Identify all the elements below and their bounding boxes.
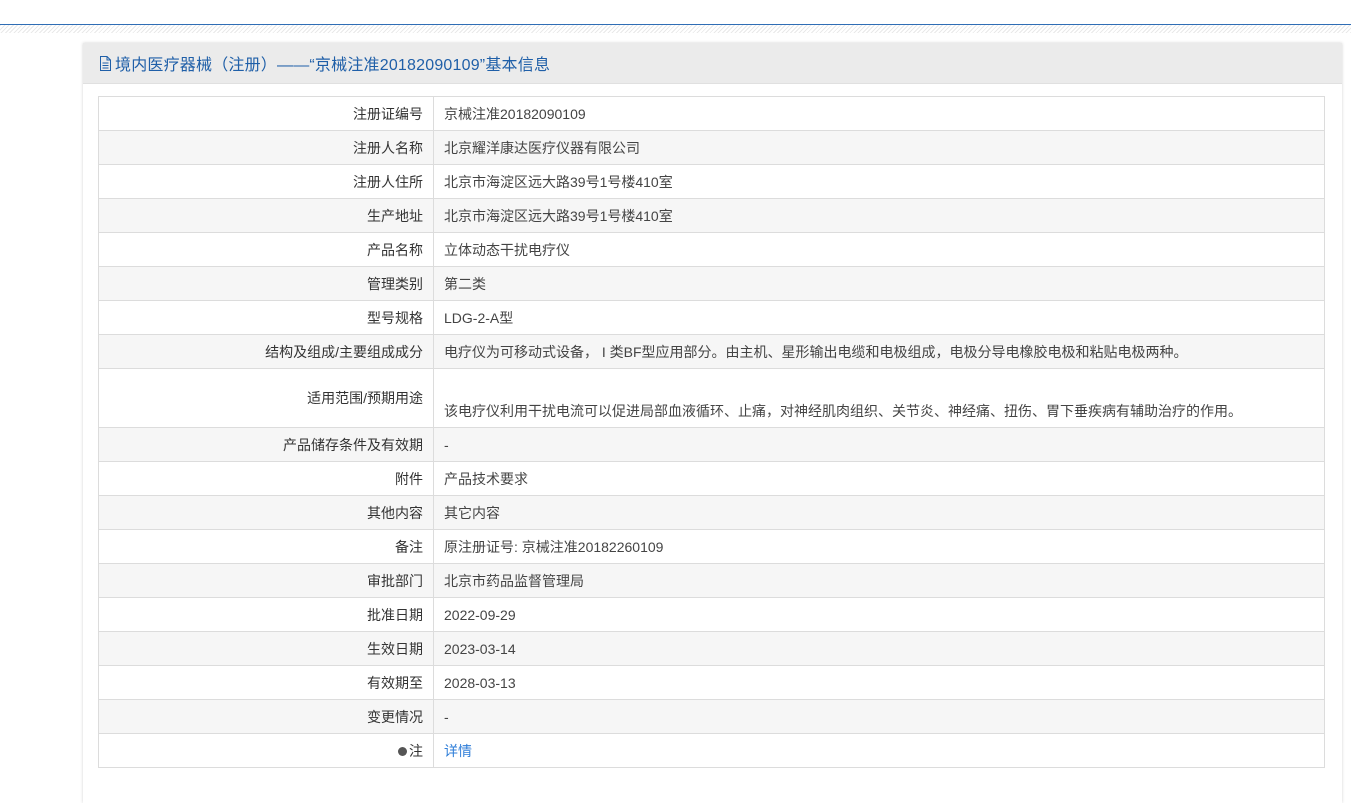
table-row: 适用范围/预期用途 该电疗仪利用干扰电流可以促进局部血液循环、止痛，对神经肌肉组… xyxy=(98,368,1325,428)
table-row: 附件 产品技术要求 xyxy=(98,461,1325,496)
row-value: 其它内容 xyxy=(433,495,1325,530)
details-link[interactable]: 详情 xyxy=(444,743,472,759)
table-row: 备注 原注册证号: 京械注准20182260109 xyxy=(98,529,1325,564)
table-row: 注册证编号 京械注准20182090109 xyxy=(98,96,1325,131)
row-label: 生产地址 xyxy=(98,198,434,233)
row-label: 产品储存条件及有效期 xyxy=(98,427,434,462)
row-label: 有效期至 xyxy=(98,665,434,700)
row-label: 批准日期 xyxy=(98,597,434,632)
table-row: 注 详情 xyxy=(98,733,1325,768)
row-value: 2028-03-13 xyxy=(433,665,1325,700)
row-label: 附件 xyxy=(98,461,434,496)
info-panel: 境内医疗器械（注册）——“京械注准20182090109”基本信息 注册证编号 … xyxy=(83,43,1342,803)
table-row: 产品名称 立体动态干扰电疗仪 xyxy=(98,232,1325,267)
row-label: 注册人住所 xyxy=(98,164,434,199)
table-row: 注册人名称 北京耀洋康达医疗仪器有限公司 xyxy=(98,130,1325,165)
row-value: 北京市药品监督管理局 xyxy=(433,563,1325,598)
row-label: 适用范围/预期用途 xyxy=(98,368,434,428)
row-label: 型号规格 xyxy=(98,300,434,335)
row-value: 京械注准20182090109 xyxy=(433,96,1325,131)
row-value: 2022-09-29 xyxy=(433,597,1325,632)
row-label: 产品名称 xyxy=(98,232,434,267)
row-value: 北京市海淀区远大路39号1号楼410室 xyxy=(433,164,1325,199)
row-label: 备注 xyxy=(98,529,434,564)
table-row: 型号规格 LDG-2-A型 xyxy=(98,300,1325,335)
table-row: 批准日期 2022-09-29 xyxy=(98,597,1325,632)
row-label: 管理类别 xyxy=(98,266,434,301)
table-row: 生效日期 2023-03-14 xyxy=(98,631,1325,666)
table-row: 审批部门 北京市药品监督管理局 xyxy=(98,563,1325,598)
row-label-note: 注 xyxy=(98,733,434,768)
row-label: 注册证编号 xyxy=(98,96,434,131)
panel-title: 境内医疗器械（注册）——“京械注准20182090109”基本信息 xyxy=(115,57,551,74)
table-row: 其他内容 其它内容 xyxy=(98,495,1325,530)
row-label: 变更情况 xyxy=(98,699,434,734)
row-value: 2023-03-14 xyxy=(433,631,1325,666)
row-value: - xyxy=(433,699,1325,734)
row-value: 详情 xyxy=(433,733,1325,768)
row-value: LDG-2-A型 xyxy=(433,300,1325,335)
row-value: - xyxy=(433,427,1325,462)
row-label: 结构及组成/主要组成成分 xyxy=(98,334,434,369)
document-icon xyxy=(99,55,112,71)
hatch-band xyxy=(0,25,1351,33)
pin-icon xyxy=(398,746,407,756)
table-row: 管理类别 第二类 xyxy=(98,266,1325,301)
row-value: 立体动态干扰电疗仪 xyxy=(433,232,1325,267)
table-row: 有效期至 2028-03-13 xyxy=(98,665,1325,700)
row-value: 北京市海淀区远大路39号1号楼410室 xyxy=(433,198,1325,233)
row-value: 产品技术要求 xyxy=(433,461,1325,496)
row-value: 该电疗仪利用干扰电流可以促进局部血液循环、止痛，对神经肌肉组织、关节炎、神经痛、… xyxy=(433,368,1325,428)
row-value: 北京耀洋康达医疗仪器有限公司 xyxy=(433,130,1325,165)
row-label: 其他内容 xyxy=(98,495,434,530)
row-label: 审批部门 xyxy=(98,563,434,598)
table-row: 结构及组成/主要组成成分 电疗仪为可移动式设备， I 类BF型应用部分。由主机、… xyxy=(98,334,1325,369)
row-value: 第二类 xyxy=(433,266,1325,301)
table-row: 产品储存条件及有效期 - xyxy=(98,427,1325,462)
row-label: 生效日期 xyxy=(98,631,434,666)
panel-header: 境内医疗器械（注册）——“京械注准20182090109”基本信息 xyxy=(83,43,1342,84)
row-value: 原注册证号: 京械注准20182260109 xyxy=(433,529,1325,564)
table-row: 注册人住所 北京市海淀区远大路39号1号楼410室 xyxy=(98,164,1325,199)
note-label: 注 xyxy=(409,742,423,759)
row-label: 注册人名称 xyxy=(98,130,434,165)
table-row: 变更情况 - xyxy=(98,699,1325,734)
detail-table: 注册证编号 京械注准20182090109 注册人名称 北京耀洋康达医疗仪器有限… xyxy=(98,96,1325,768)
row-value: 电疗仪为可移动式设备， I 类BF型应用部分。由主机、星形输出电缆和电极组成，电… xyxy=(433,334,1325,369)
table-row: 生产地址 北京市海淀区远大路39号1号楼410室 xyxy=(98,198,1325,233)
